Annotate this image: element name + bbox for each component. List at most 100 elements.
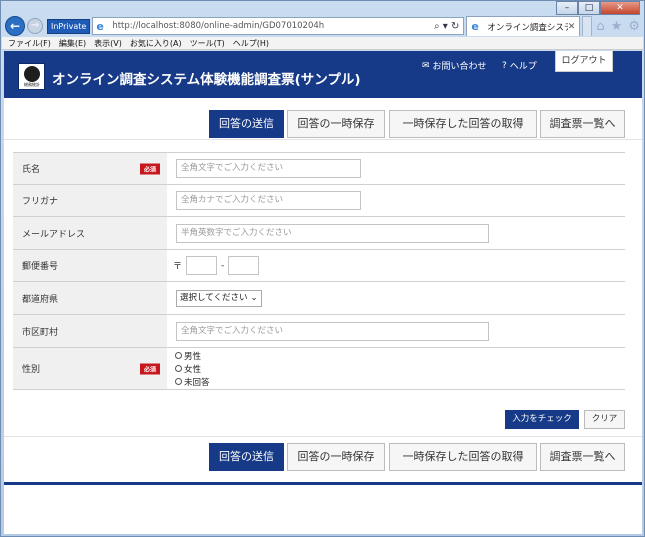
- email-input[interactable]: 半角英数字でご入力ください: [176, 223, 489, 243]
- temp-save-button-bottom[interactable]: 回答の一時保存: [287, 443, 385, 471]
- ie-logo-icon: e: [96, 19, 104, 33]
- new-tab-button[interactable]: [582, 16, 593, 36]
- menu-tools[interactable]: ツール(T): [190, 38, 225, 49]
- menu-view[interactable]: 表示(V): [94, 38, 122, 49]
- address-text[interactable]: http://localhost:8080/online-admin/GD070…: [112, 21, 434, 31]
- menu-favorites[interactable]: お気に入り(A): [130, 38, 182, 49]
- city-input[interactable]: 全角文字でご入力ください: [176, 321, 489, 341]
- tab-title: オンライン調査システ...: [487, 22, 567, 33]
- favorites-star-icon[interactable]: ★: [611, 19, 623, 34]
- address-bar[interactable]: e http://localhost:8080/online-admin/GD0…: [92, 17, 465, 35]
- prefecture-select[interactable]: 選択してください ⌄: [176, 289, 262, 307]
- submit-button-bottom[interactable]: 回答の送信: [209, 443, 284, 471]
- radio-icon[interactable]: [175, 378, 182, 385]
- contact-label: お問い合わせ: [432, 62, 487, 72]
- gender-option-none[interactable]: 未回答: [175, 376, 210, 388]
- tab-ie-icon: e: [471, 20, 479, 33]
- contact-link[interactable]: ✉ お問い合わせ: [422, 59, 487, 73]
- window-controls: – □ ✕: [556, 1, 640, 15]
- address-row: ← → InPrivate e http://localhost:8080/on…: [5, 15, 640, 37]
- furigana-cell: 全角カナでご入力ください: [167, 185, 625, 216]
- logout-button[interactable]: ログアウト: [555, 51, 613, 72]
- survey-list-button[interactable]: 調査票一覧へ: [540, 110, 625, 138]
- gender-option-female[interactable]: 女性: [175, 363, 210, 375]
- required-badge: 必須: [139, 363, 160, 374]
- load-saved-button[interactable]: 一時保存した回答の取得: [389, 110, 537, 138]
- gender-label: 性別 必須: [13, 348, 167, 389]
- bottom-action-bar: 回答の送信 回答の一時保存 一時保存した回答の取得 調査票一覧へ: [4, 436, 642, 476]
- prefecture-cell: 選択してください ⌄: [167, 282, 625, 314]
- mail-icon: ✉: [422, 60, 430, 71]
- name-cell: 全角文字でご入力ください: [167, 153, 625, 184]
- postal-separator: -: [221, 260, 225, 271]
- survey-list-button-bottom[interactable]: 調査票一覧へ: [540, 443, 625, 471]
- load-saved-button-bottom[interactable]: 一時保存した回答の取得: [389, 443, 537, 471]
- menu-help[interactable]: ヘルプ(H): [233, 38, 269, 49]
- row-postal: 郵便番号 〒 -: [13, 250, 625, 282]
- logo-emblem-icon: [24, 66, 40, 82]
- chevron-down-icon: ⌄: [250, 292, 258, 303]
- submit-button[interactable]: 回答の送信: [209, 110, 284, 138]
- gender-radio-group: 男性 女性 未回答: [175, 350, 210, 388]
- question-icon: ?: [502, 60, 507, 71]
- prefecture-label: 都道府県: [13, 282, 167, 314]
- web-page: 総務統計 オンライン調査システム体験機能調査票(サンプル) ✉ お問い合わせ ?…: [4, 51, 642, 534]
- search-refresh-icon[interactable]: ⌕ ▾ ↻: [434, 21, 463, 32]
- postal-cell: 〒 -: [167, 250, 625, 281]
- row-city: 市区町村 全角文字でご入力ください: [13, 315, 625, 348]
- gender-option-label: 女性: [184, 364, 202, 375]
- city-cell: 全角文字でご入力ください: [167, 315, 625, 347]
- site-header: 総務統計 オンライン調査システム体験機能調査票(サンプル) ✉ お問い合わせ ?…: [4, 51, 642, 98]
- tab-close-icon[interactable]: ✕: [568, 22, 576, 32]
- minimize-button[interactable]: –: [556, 1, 578, 15]
- temp-save-button[interactable]: 回答の一時保存: [287, 110, 385, 138]
- row-prefecture: 都道府県 選択してください ⌄: [13, 282, 625, 315]
- radio-icon[interactable]: [175, 352, 182, 359]
- survey-form: 氏名 必須 全角文字でご入力ください フリガナ 全角カナでご入力ください メール…: [13, 152, 625, 390]
- radio-icon[interactable]: [175, 365, 182, 372]
- gender-cell: 男性 女性 未回答: [167, 348, 625, 389]
- page-title: オンライン調査システム体験機能調査票(サンプル): [52, 72, 361, 88]
- help-link[interactable]: ? ヘルプ: [502, 59, 537, 73]
- browser-tab[interactable]: e オンライン調査システ... ✕: [466, 16, 581, 36]
- menu-edit[interactable]: 編集(E): [59, 38, 86, 49]
- top-action-bar: 回答の送信 回答の一時保存 一時保存した回答の取得 調査票一覧へ: [4, 100, 642, 140]
- gender-option-male[interactable]: 男性: [175, 350, 210, 362]
- city-label: 市区町村: [13, 315, 167, 347]
- logo-caption: 総務統計: [24, 82, 40, 87]
- prefecture-selected: 選択してください: [180, 292, 248, 303]
- inprivate-badge: InPrivate: [47, 18, 91, 34]
- gender-label-text: 性別: [22, 365, 41, 375]
- gender-option-label: 男性: [184, 351, 202, 362]
- settings-gear-icon[interactable]: ⚙: [628, 19, 640, 34]
- menu-bar: ファイル(F) 編集(E) 表示(V) お気に入り(A) ツール(T) ヘルプ(…: [2, 37, 643, 50]
- name-label: 氏名 必須: [13, 153, 167, 184]
- back-icon[interactable]: ←: [5, 16, 25, 36]
- clear-button[interactable]: クリア: [584, 410, 625, 429]
- postal-label: 郵便番号: [13, 250, 167, 281]
- furigana-input[interactable]: 全角カナでご入力ください: [176, 191, 361, 210]
- home-icon[interactable]: ⌂: [596, 19, 604, 34]
- postal-code-first[interactable]: [186, 256, 218, 275]
- check-input-button[interactable]: 入力をチェック: [505, 410, 579, 429]
- browser-window: – □ ✕ ← → InPrivate e http://localhost:8…: [0, 0, 645, 537]
- required-badge: 必須: [139, 163, 160, 174]
- row-furigana: フリガナ 全角カナでご入力ください: [13, 185, 625, 217]
- menu-file[interactable]: ファイル(F): [8, 38, 51, 49]
- name-label-text: 氏名: [22, 165, 41, 175]
- site-logo: 総務統計: [18, 63, 45, 90]
- browser-tool-icons: ⌂ ★ ⚙: [596, 19, 640, 34]
- maximize-button[interactable]: □: [578, 1, 600, 15]
- forward-icon[interactable]: →: [27, 18, 43, 34]
- row-name: 氏名 必須 全角文字でご入力ください: [13, 152, 625, 185]
- row-gender: 性別 必須 男性 女性 未回答: [13, 348, 625, 390]
- name-input[interactable]: 全角文字でご入力ください: [176, 159, 361, 178]
- postal-code-second[interactable]: [228, 256, 260, 275]
- row-email: メールアドレス 半角英数字でご入力ください: [13, 217, 625, 250]
- email-label: メールアドレス: [13, 217, 167, 249]
- postal-mark: 〒: [173, 262, 183, 272]
- close-window-button[interactable]: ✕: [600, 1, 640, 15]
- footer-divider: [4, 482, 642, 485]
- furigana-label: フリガナ: [13, 185, 167, 216]
- help-label: ヘルプ: [509, 62, 537, 72]
